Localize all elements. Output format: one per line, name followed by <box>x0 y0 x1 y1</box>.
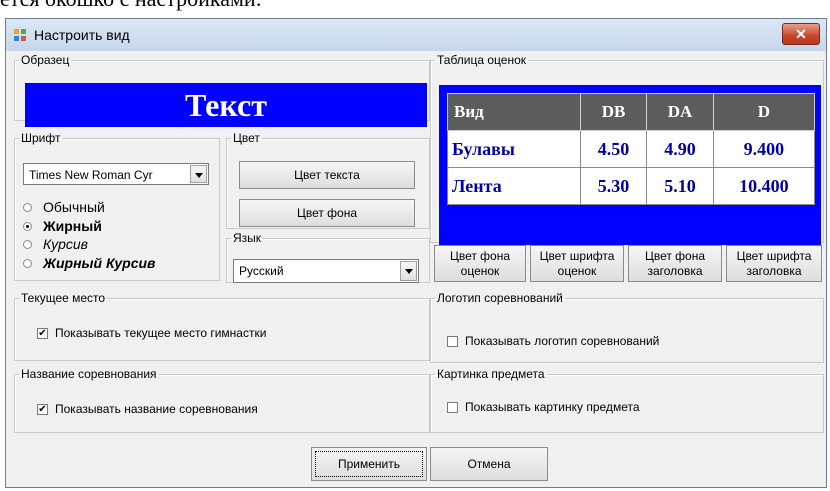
header-font-color-button[interactable]: Цвет шрифта заголовка <box>726 245 822 282</box>
language-select[interactable]: Русский <box>233 259 419 283</box>
scores-group: Таблица оценок Вид DB DA D Булавы 4.50 4… <box>430 53 824 245</box>
app-icon <box>14 29 26 41</box>
bg-color-button[interactable]: Цвет фона <box>239 199 415 227</box>
radio-bold-dot[interactable] <box>23 222 32 231</box>
table-cell: Булавы <box>447 130 581 168</box>
score-font-color-button[interactable]: Цвет шрифта оценок <box>530 245 624 282</box>
competition-name-legend: Название соревнования <box>21 367 157 381</box>
sample-legend: Образец <box>21 53 70 67</box>
title-bar: Настроить вид ✕ <box>6 19 826 51</box>
radio-italic-label: Курсив <box>43 236 88 252</box>
current-place-legend: Текущее место <box>21 291 106 305</box>
table-cell: 5.30 <box>579 167 648 205</box>
sample-preview: Текст <box>25 83 427 127</box>
radio-bold-italic-dot[interactable] <box>23 259 32 268</box>
color-legend: Цвет <box>233 131 260 145</box>
table-header-row: Вид DB DA D <box>447 93 816 131</box>
text-color-button[interactable]: Цвет текста <box>239 161 415 189</box>
current-place-group: Текущее место ✔ Показывать текущее место… <box>14 291 430 361</box>
competition-logo-group: Логотип соревнований Показывать логотип … <box>430 291 824 363</box>
close-icon: ✕ <box>795 26 807 42</box>
radio-regular-dot[interactable] <box>23 203 32 212</box>
subject-picture-group: Картинка предмета Показывать картинку пр… <box>430 367 824 433</box>
document-text-fragment: ется окошко с настройками: <box>0 0 262 12</box>
table-cell: Лента <box>447 167 581 205</box>
scores-preview: Вид DB DA D Булавы 4.50 4.90 9.400 Лента… <box>439 85 821 245</box>
scores-legend: Таблица оценок <box>437 53 527 67</box>
table-cell: 9.400 <box>712 130 816 168</box>
color-group: Цвет Цвет текста Цвет фона <box>226 131 430 229</box>
chevron-down-icon[interactable] <box>400 261 417 281</box>
table-cell: 4.90 <box>646 130 714 168</box>
language-legend: Язык <box>233 231 262 245</box>
language-group: Язык Русский <box>226 231 430 283</box>
table-cell: 4.50 <box>579 130 648 168</box>
window-title: Настроить вид <box>34 27 130 43</box>
table-cell: 5.10 <box>646 167 714 205</box>
font-group: Шрифт Times New Roman Cyr Обычный Жирный… <box>14 131 220 281</box>
radio-bold-italic-label: Жирный Курсив <box>43 255 156 271</box>
checkbox-box[interactable] <box>447 336 458 347</box>
table-header-cell: D <box>712 93 816 131</box>
apply-button[interactable]: Применить <box>311 447 427 481</box>
sample-group: Образец Текст <box>14 53 430 127</box>
table-row: Булавы 4.50 4.90 9.400 <box>447 130 816 168</box>
competition-name-group: Название соревнования ✔ Показывать назва… <box>14 367 430 433</box>
table-row: Лента 5.30 5.10 10.400 <box>447 167 816 205</box>
checkbox-label: Показывать текущее место гимнастки <box>55 326 267 340</box>
font-legend: Шрифт <box>21 131 61 145</box>
checkbox-box[interactable]: ✔ <box>37 328 48 339</box>
score-bg-color-button[interactable]: Цвет фона оценок <box>434 245 526 282</box>
checkbox-label: Показывать название соревнования <box>55 402 258 416</box>
checkbox-box[interactable]: ✔ <box>37 404 48 415</box>
chevron-down-icon[interactable] <box>190 165 207 183</box>
competition-logo-legend: Логотип соревнований <box>437 291 563 305</box>
cancel-button[interactable]: Отмена <box>430 447 548 481</box>
checkbox-box[interactable] <box>447 402 458 413</box>
font-select[interactable]: Times New Roman Cyr <box>23 163 209 185</box>
checkbox-label: Показывать логотип соревнований <box>465 334 660 348</box>
language-select-value: Русский <box>239 264 284 278</box>
table-cell: 10.400 <box>712 167 816 205</box>
header-bg-color-button[interactable]: Цвет фона заголовка <box>628 245 722 282</box>
table-header-cell: DA <box>646 93 714 131</box>
radio-italic-dot[interactable] <box>23 240 32 249</box>
checkbox-label: Показывать картинку предмета <box>465 400 640 414</box>
table-header-cell: DB <box>579 93 648 131</box>
font-select-value: Times New Roman Cyr <box>29 168 153 182</box>
radio-regular-label: Обычный <box>43 199 105 215</box>
table-header-cell: Вид <box>447 93 581 131</box>
settings-dialog: Настроить вид ✕ Образец Текст Шрифт Time… <box>5 18 827 488</box>
radio-bold-label: Жирный <box>43 218 102 234</box>
close-button[interactable]: ✕ <box>782 23 820 45</box>
scores-table: Вид DB DA D Булавы 4.50 4.90 9.400 Лента… <box>447 93 816 205</box>
subject-picture-legend: Картинка предмета <box>437 367 545 381</box>
